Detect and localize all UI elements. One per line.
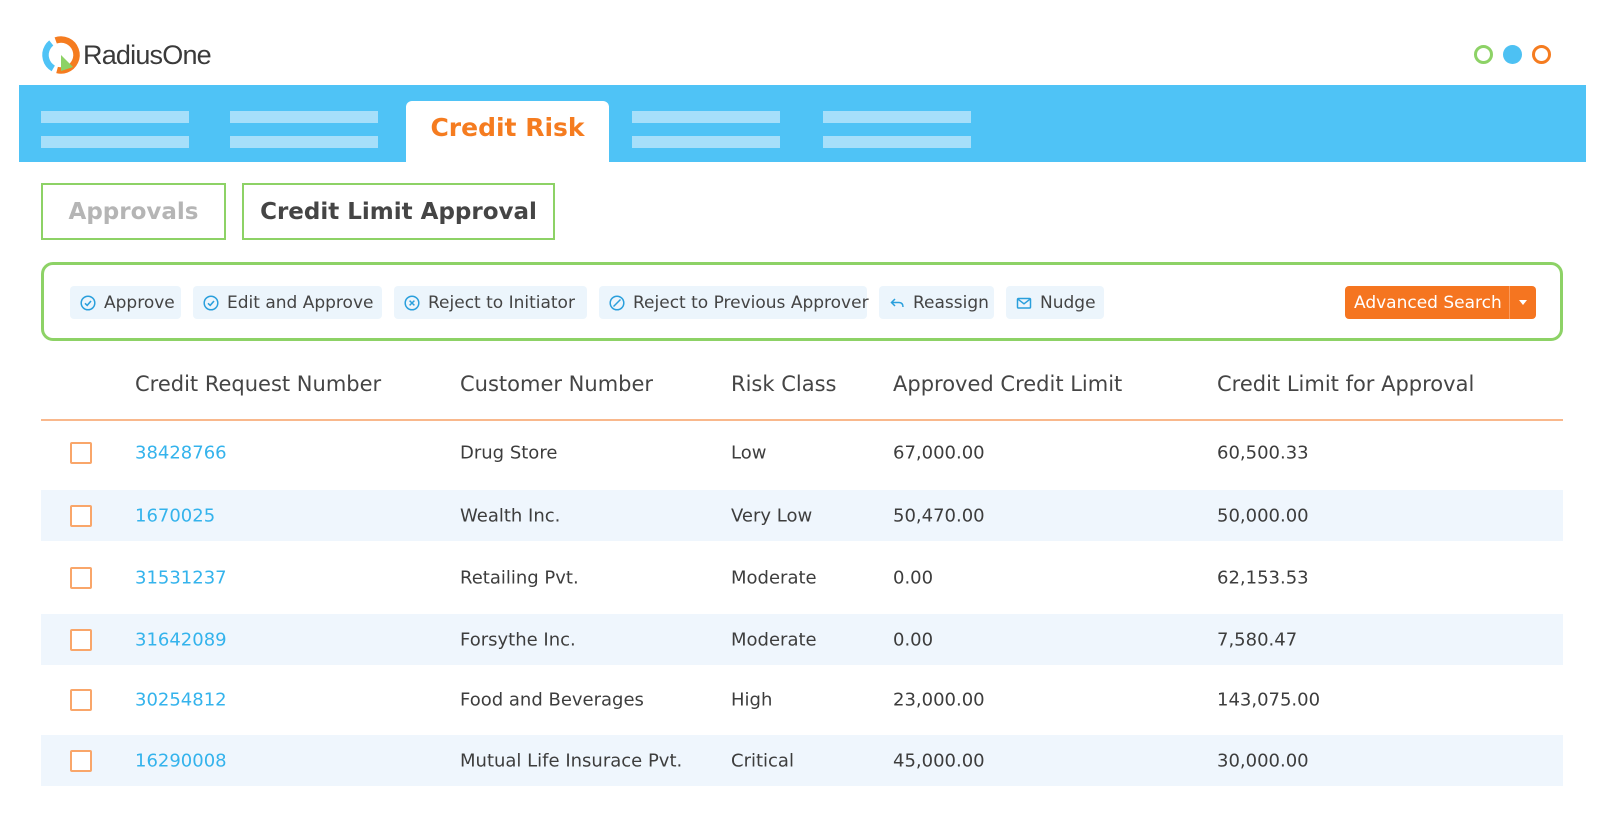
credit-approval-table: Credit Request Number Customer Number Ri… xyxy=(41,356,1563,786)
row-checkbox[interactable] xyxy=(70,689,92,711)
window-controls xyxy=(1474,45,1561,64)
customer-cell: Forsythe Inc. xyxy=(460,629,576,650)
reject-to-previous-approver-label: Reject to Previous Approver xyxy=(633,292,869,313)
limit-for-approval-cell: 7,580.47 xyxy=(1217,629,1298,650)
advanced-search-label: Advanced Search xyxy=(1354,292,1502,313)
blue-dot-icon[interactable] xyxy=(1503,45,1522,64)
advanced-search-button[interactable]: Advanced Search xyxy=(1345,286,1536,319)
app-name: RadiusOne xyxy=(83,39,212,70)
app-logo: RadiusOne xyxy=(40,34,212,76)
row-checkbox[interactable] xyxy=(70,628,92,651)
reject-to-previous-approver-button[interactable]: Reject to Previous Approver xyxy=(599,286,869,319)
limit-for-approval-cell: 62,153.53 xyxy=(1217,567,1309,588)
check-circle-icon xyxy=(203,294,219,311)
reassign-button[interactable]: Reassign xyxy=(879,286,994,319)
risk-class-cell: Moderate xyxy=(731,629,817,650)
row-checkbox[interactable] xyxy=(70,504,92,527)
approved-limit-cell: 50,470.00 xyxy=(893,505,985,526)
nav-tab-credit-risk[interactable]: Credit Risk xyxy=(406,101,609,163)
action-toolbar: Approve Edit and Approve Reject to Initi… xyxy=(41,262,1563,341)
credit-request-link[interactable]: 31642089 xyxy=(135,629,227,650)
nav-tab-placeholder[interactable] xyxy=(823,111,971,149)
approve-button[interactable]: Approve xyxy=(70,286,181,319)
reject-to-initiator-label: Reject to Initiator xyxy=(428,292,575,313)
nudge-button[interactable]: Nudge xyxy=(1006,286,1104,319)
approved-limit-cell: 0.00 xyxy=(893,567,934,588)
approved-limit-cell: 45,000.00 xyxy=(893,750,985,771)
radiusone-logo-icon xyxy=(42,36,80,74)
row-checkbox[interactable] xyxy=(70,749,92,772)
main-nav-bar: Credit Risk xyxy=(19,85,1586,163)
customer-cell: Retailing Pvt. xyxy=(460,567,579,588)
envelope-icon xyxy=(1016,297,1032,309)
customer-cell: Drug Store xyxy=(460,442,558,463)
reply-arrow-icon xyxy=(890,297,904,307)
column-header-risk-class[interactable]: Risk Class xyxy=(731,372,836,396)
nav-tab-placeholder[interactable] xyxy=(230,111,378,149)
subtab-approvals[interactable]: Approvals xyxy=(41,183,226,240)
customer-cell: Wealth Inc. xyxy=(460,505,561,526)
risk-class-cell: Critical xyxy=(731,750,794,771)
x-circle-icon xyxy=(404,294,420,311)
risk-class-cell: High xyxy=(731,689,773,711)
risk-class-cell: Low xyxy=(731,442,767,463)
column-header-credit-request-number[interactable]: Credit Request Number xyxy=(135,372,381,396)
edit-and-approve-button[interactable]: Edit and Approve xyxy=(193,286,382,319)
column-header-customer-number[interactable]: Customer Number xyxy=(460,372,653,396)
table-row[interactable]: 31531237 Retailing Pvt. Moderate 0.00 62… xyxy=(41,541,1563,614)
limit-for-approval-cell: 50,000.00 xyxy=(1217,505,1309,526)
column-header-credit-limit-for-approval[interactable]: Credit Limit for Approval xyxy=(1217,372,1474,396)
credit-request-link[interactable]: 31531237 xyxy=(135,567,227,588)
table-row[interactable]: 31642089 Forsythe Inc. Moderate 0.00 7,5… xyxy=(41,614,1563,665)
column-header-approved-credit-limit[interactable]: Approved Credit Limit xyxy=(893,372,1122,396)
risk-class-cell: Moderate xyxy=(731,567,817,588)
check-circle-icon xyxy=(80,294,96,311)
reject-to-initiator-button[interactable]: Reject to Initiator xyxy=(394,286,587,319)
limit-for-approval-cell: 60,500.33 xyxy=(1217,442,1309,463)
credit-request-link[interactable]: 1670025 xyxy=(135,505,215,526)
table-row[interactable]: 38428766 Drug Store Low 67,000.00 60,500… xyxy=(41,421,1563,484)
table-header: Credit Request Number Customer Number Ri… xyxy=(41,356,1563,421)
nav-tab-placeholder[interactable] xyxy=(632,111,780,149)
slash-circle-icon xyxy=(609,294,625,311)
credit-request-link[interactable]: 38428766 xyxy=(135,442,227,463)
nav-tab-placeholder[interactable] xyxy=(41,111,189,149)
risk-class-cell: Very Low xyxy=(731,505,813,526)
caret-down-icon[interactable] xyxy=(1510,300,1536,305)
table-row[interactable]: 16290008 Mutual Life Insurace Pvt. Criti… xyxy=(41,735,1563,786)
row-checkbox[interactable] xyxy=(70,441,92,464)
approved-limit-cell: 23,000.00 xyxy=(893,689,985,711)
approved-limit-cell: 0.00 xyxy=(893,629,934,650)
edit-and-approve-label: Edit and Approve xyxy=(227,292,374,313)
table-row[interactable]: 1670025 Wealth Inc. Very Low 50,470.00 5… xyxy=(41,490,1563,541)
approve-label: Approve xyxy=(104,292,175,313)
approved-limit-cell: 67,000.00 xyxy=(893,442,985,463)
reassign-label: Reassign xyxy=(913,292,989,313)
green-ring-icon[interactable] xyxy=(1474,45,1493,64)
orange-ring-icon[interactable] xyxy=(1532,45,1551,64)
customer-cell: Food and Beverages xyxy=(460,689,644,711)
table-row[interactable]: 30254812 Food and Beverages High 23,000.… xyxy=(41,665,1563,735)
subtab-credit-limit-approval[interactable]: Credit Limit Approval xyxy=(242,183,555,240)
limit-for-approval-cell: 143,075.00 xyxy=(1217,689,1321,711)
credit-request-link[interactable]: 16290008 xyxy=(135,750,227,771)
row-checkbox[interactable] xyxy=(70,566,92,589)
credit-request-link[interactable]: 30254812 xyxy=(135,690,227,711)
limit-for-approval-cell: 30,000.00 xyxy=(1217,750,1309,771)
nudge-label: Nudge xyxy=(1040,292,1096,313)
customer-cell: Mutual Life Insurace Pvt. xyxy=(460,750,683,771)
